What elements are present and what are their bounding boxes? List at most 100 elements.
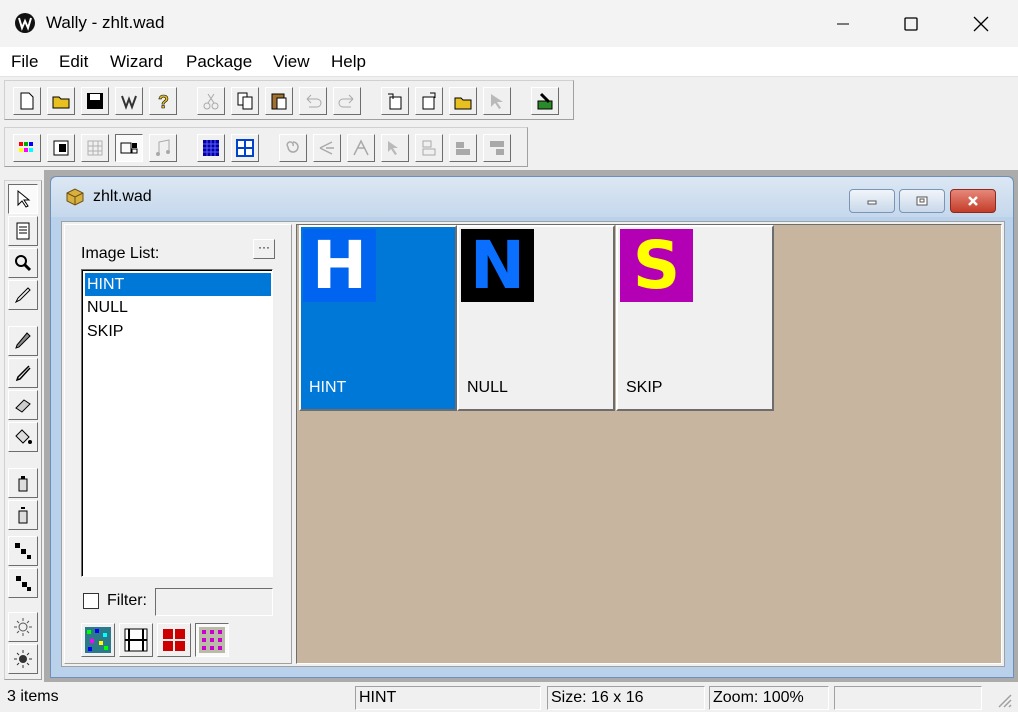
tool-spray[interactable]: [8, 468, 38, 498]
maximize-button[interactable]: [876, 0, 946, 47]
minimize-button[interactable]: [808, 0, 878, 47]
tool-select[interactable]: [8, 184, 38, 214]
image-listbox[interactable]: HINT NULL SKIP: [81, 269, 273, 577]
wally-button[interactable]: [115, 87, 143, 115]
image-list-options-button[interactable]: ···: [253, 239, 275, 259]
tool-eraser[interactable]: [8, 390, 38, 420]
purple-grid-icon: [199, 627, 225, 653]
rotate-button[interactable]: [279, 134, 307, 162]
filmstrip-icon: [124, 628, 148, 652]
mirror-icon: [319, 141, 334, 155]
noise-texture-icon: [85, 627, 111, 653]
filter-input[interactable]: [155, 588, 273, 616]
browser-view-button[interactable]: [115, 134, 143, 162]
view-noise-button[interactable]: [81, 623, 115, 657]
spray-can-icon: [18, 476, 28, 492]
svg-text:?: ?: [158, 92, 169, 111]
new-button[interactable]: [13, 87, 41, 115]
tool-brightness-down[interactable]: [8, 612, 38, 642]
menu-view[interactable]: View: [273, 52, 310, 72]
sun-outline-icon: [14, 618, 32, 636]
merge-button[interactable]: [449, 134, 477, 162]
filter-label: Filter:: [107, 592, 147, 609]
child-close-button[interactable]: [950, 189, 996, 213]
cut-button[interactable]: [197, 87, 225, 115]
tool-eyedropper[interactable]: [8, 280, 38, 310]
child-title: zhlt.wad: [93, 188, 152, 205]
view-filmstrip-button[interactable]: [119, 623, 153, 657]
wally-icon: [121, 95, 137, 110]
mirror-button[interactable]: [313, 134, 341, 162]
batch-button[interactable]: [449, 87, 477, 115]
split-button[interactable]: [483, 134, 511, 162]
browser-view-icon: [120, 142, 138, 154]
image-list-pane: Image List: ··· HINT NULL SKIP Filter:: [64, 224, 292, 664]
menu-edit[interactable]: Edit: [59, 52, 88, 72]
sound-button[interactable]: [149, 134, 177, 162]
tool-pencil[interactable]: [8, 326, 38, 356]
tool-properties[interactable]: [8, 216, 38, 246]
menu-package[interactable]: Package: [186, 52, 252, 72]
import-button[interactable]: [381, 87, 409, 115]
tool-palette: [4, 180, 42, 680]
status-selected-name: HINT: [355, 686, 541, 710]
align-button[interactable]: [415, 134, 443, 162]
brush-icon: [15, 365, 31, 382]
save-button[interactable]: [81, 87, 109, 115]
resize-grip-icon[interactable]: [996, 692, 1012, 708]
texture-tile-null[interactable]: N NULL: [457, 225, 615, 411]
help-button[interactable]: ?: [149, 87, 177, 115]
red-tiles-icon: [163, 629, 185, 651]
child-minimize-button[interactable]: [849, 189, 895, 213]
image-list-label: Image List:: [81, 245, 160, 262]
tool-brush[interactable]: [8, 358, 38, 388]
pointer-button[interactable]: [381, 134, 409, 162]
undo-button[interactable]: [299, 87, 327, 115]
tile-quad-icon: [236, 139, 254, 157]
tool-spray-2[interactable]: [8, 500, 38, 530]
copy-button[interactable]: [231, 87, 259, 115]
texture-tile-skip[interactable]: S SKIP: [616, 225, 774, 411]
texture-name: HINT: [309, 379, 347, 396]
redo-button[interactable]: [333, 87, 361, 115]
status-size: Size: 16 x 16: [547, 686, 705, 710]
tool-zoom[interactable]: [8, 248, 38, 278]
tool-pattern[interactable]: [8, 536, 38, 566]
list-item[interactable]: SKIP: [85, 320, 271, 343]
child-title-bar: zhlt.wad: [51, 177, 1013, 217]
child-restore-button[interactable]: [899, 189, 945, 213]
music-note-icon: [156, 139, 170, 156]
list-item[interactable]: NULL: [85, 296, 271, 319]
view-grid-button[interactable]: [195, 623, 229, 657]
colors-button[interactable]: [47, 134, 75, 162]
select-button[interactable]: [483, 87, 511, 115]
texture-tile-hint[interactable]: H HINT: [299, 225, 457, 411]
paste-button[interactable]: [265, 87, 293, 115]
tool-brightness-up[interactable]: [8, 644, 38, 674]
palette-grid-icon: [19, 142, 33, 152]
texture-browser[interactable]: H HINT N NULL S SKIP: [296, 224, 1002, 664]
tile-quad-button[interactable]: [231, 134, 259, 162]
tools-button[interactable]: [531, 87, 559, 115]
palette-button[interactable]: [13, 134, 41, 162]
menu-wizard[interactable]: Wizard: [110, 52, 163, 72]
grid-button[interactable]: [81, 134, 109, 162]
paste-clipboard-icon: [271, 93, 287, 110]
pointer-icon: [388, 141, 398, 155]
list-item[interactable]: HINT: [85, 273, 271, 296]
status-bar: 3 items HINT Size: 16 x 16 Zoom: 100%: [0, 684, 1018, 712]
filter-checkbox[interactable]: [83, 593, 99, 609]
close-button[interactable]: [946, 0, 1016, 47]
tool-fill[interactable]: [8, 422, 38, 452]
menu-help[interactable]: Help: [331, 52, 366, 72]
pattern-stairs-alt-icon: [16, 576, 31, 591]
view-tiles-button[interactable]: [157, 623, 191, 657]
import-icon: [388, 93, 402, 110]
tool-pattern-2[interactable]: [8, 568, 38, 598]
tile-button[interactable]: [197, 134, 225, 162]
pattern-stairs-icon: [15, 543, 31, 559]
export-button[interactable]: [415, 87, 443, 115]
open-button[interactable]: [47, 87, 75, 115]
flip-button[interactable]: [347, 134, 375, 162]
menu-file[interactable]: File: [11, 52, 38, 72]
